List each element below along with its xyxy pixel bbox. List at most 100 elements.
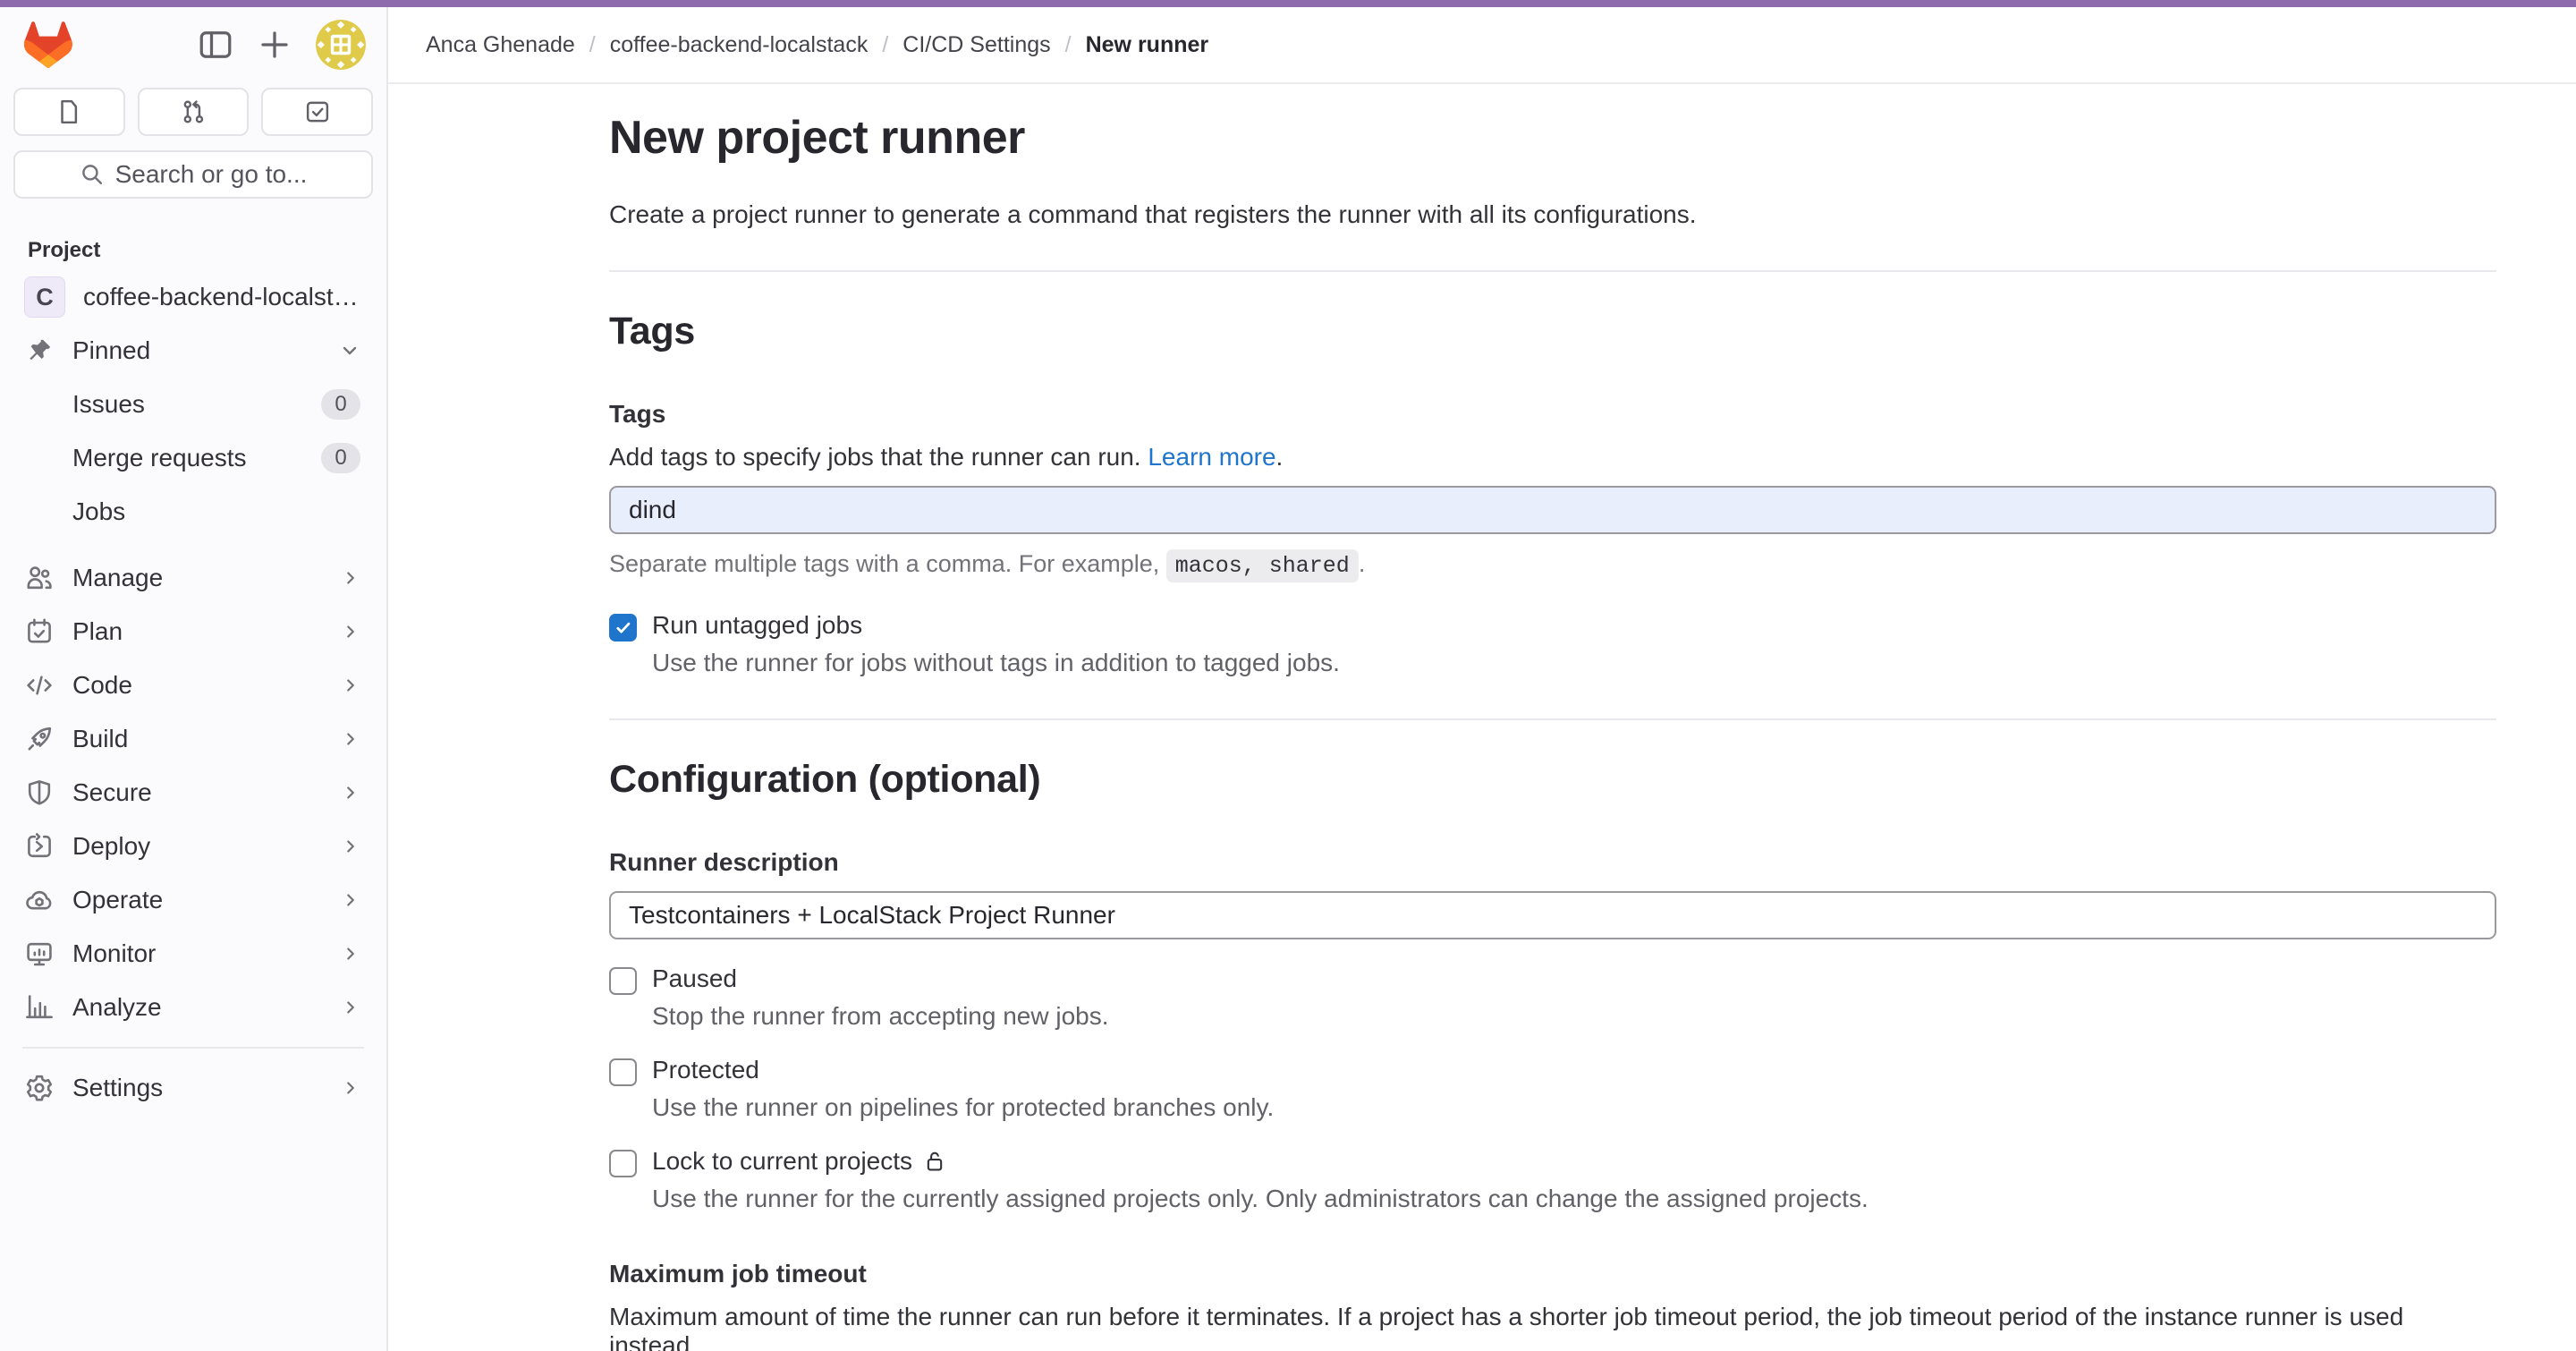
issues-count-badge: 0 — [321, 389, 360, 420]
chevron-right-icon — [341, 622, 360, 642]
chevron-right-icon — [341, 998, 360, 1017]
sidebar-item-operate[interactable]: Operate — [13, 873, 373, 927]
cloud-icon — [24, 886, 55, 914]
deploy-icon — [24, 832, 55, 861]
breadcrumb-current: New runner — [1086, 32, 1209, 58]
sidebar-item-jobs[interactable]: Jobs — [13, 485, 373, 539]
rocket-icon — [24, 725, 55, 753]
run-untagged-jobs-help: Use the runner for jobs without tags in … — [652, 649, 2496, 677]
top-accent-bar — [0, 0, 2576, 7]
paused-label: Paused — [652, 964, 737, 993]
sidebar-section-label: Project — [28, 238, 373, 263]
secure-label: Secure — [72, 778, 323, 807]
user-avatar[interactable] — [316, 20, 366, 70]
sidebar-item-analyze[interactable]: Analyze — [13, 981, 373, 1034]
sidebar-item-deploy[interactable]: Deploy — [13, 820, 373, 873]
chevron-right-icon — [341, 837, 360, 856]
runner-description-label: Runner description — [609, 848, 2496, 877]
chevron-right-icon — [341, 729, 360, 749]
tags-help-text: Separate multiple tags with a comma. For… — [609, 550, 2496, 579]
page-title: New project runner — [609, 111, 2496, 165]
chevron-right-icon — [341, 676, 360, 695]
protected-help: Use the runner on pipelines for protecte… — [652, 1093, 2496, 1122]
lock-to-projects-checkbox[interactable] — [609, 1150, 637, 1177]
plus-icon[interactable] — [257, 27, 292, 63]
merge-requests-count-badge: 0 — [321, 443, 360, 473]
jobs-label: Jobs — [72, 497, 360, 526]
monitor-label: Monitor — [72, 939, 323, 968]
page-subtitle: Create a project runner to generate a co… — [609, 200, 2496, 229]
sidebar-item-manage[interactable]: Manage — [13, 551, 373, 605]
plan-label: Plan — [72, 617, 323, 646]
monitor-icon — [24, 939, 55, 968]
project-name: coffee-backend-localstack — [83, 283, 360, 311]
search-icon — [80, 162, 105, 187]
shortcut-todo-button[interactable] — [261, 88, 373, 136]
shortcut-issues-button[interactable] — [13, 88, 125, 136]
shield-icon — [24, 778, 55, 807]
breadcrumb-user[interactable]: Anca Ghenade — [426, 32, 575, 58]
issues-document-icon — [55, 98, 82, 125]
paused-checkbox-row[interactable]: Paused — [609, 964, 2496, 995]
protected-label: Protected — [652, 1056, 759, 1084]
breadcrumb-project[interactable]: coffee-backend-localstack — [610, 32, 869, 58]
breadcrumb: Anca Ghenade / coffee-backend-localstack… — [388, 7, 2576, 84]
chart-icon — [24, 993, 55, 1022]
sidebar-item-build[interactable]: Build — [13, 712, 373, 766]
deploy-label: Deploy — [72, 832, 323, 861]
operate-label: Operate — [72, 886, 323, 914]
sidebar-item-merge-requests[interactable]: Merge requests 0 — [13, 431, 373, 485]
max-job-timeout-description: Maximum amount of time the runner can ru… — [609, 1303, 2496, 1351]
merge-request-icon — [180, 98, 207, 125]
paused-help: Stop the runner from accepting new jobs. — [652, 1002, 2496, 1031]
sidebar-item-pinned[interactable]: Pinned — [13, 324, 373, 378]
protected-checkbox[interactable] — [609, 1058, 637, 1086]
gitlab-logo-icon[interactable] — [24, 21, 72, 68]
section-divider — [609, 718, 2496, 720]
chevron-right-icon — [341, 890, 360, 910]
breadcrumb-cicd-settings[interactable]: CI/CD Settings — [902, 32, 1050, 58]
analyze-label: Analyze — [72, 993, 323, 1022]
protected-checkbox-row[interactable]: Protected — [609, 1056, 2496, 1086]
run-untagged-jobs-checkbox-row[interactable]: Run untagged jobs — [609, 611, 2496, 642]
paused-checkbox[interactable] — [609, 967, 637, 995]
sidebar-divider — [22, 1047, 364, 1049]
sidebar-item-settings[interactable]: Settings — [13, 1061, 373, 1115]
sidebar-item-secure[interactable]: Secure — [13, 766, 373, 820]
pinned-label: Pinned — [72, 336, 321, 365]
build-label: Build — [72, 725, 323, 753]
settings-label: Settings — [72, 1074, 323, 1102]
chevron-right-icon — [341, 568, 360, 588]
sidebar-item-code[interactable]: Code — [13, 659, 373, 712]
calendar-icon — [24, 617, 55, 646]
sidebar: Search or go to... Project C coffee-back… — [0, 7, 388, 1351]
section-divider — [609, 270, 2496, 272]
check-icon — [614, 618, 633, 638]
users-icon — [24, 564, 55, 592]
pin-icon — [24, 337, 55, 364]
tags-field-label: Tags — [609, 400, 2496, 429]
run-untagged-jobs-checkbox[interactable] — [609, 614, 637, 642]
tags-example-code: macos, shared — [1166, 549, 1359, 582]
runner-description-input[interactable] — [609, 891, 2496, 939]
todo-check-icon — [304, 98, 331, 125]
sidebar-toggle-icon[interactable] — [198, 27, 233, 63]
search-input[interactable]: Search or go to... — [13, 150, 373, 199]
sidebar-item-monitor[interactable]: Monitor — [13, 927, 373, 981]
shortcut-merge-requests-button[interactable] — [138, 88, 250, 136]
merge-requests-label: Merge requests — [72, 444, 303, 472]
search-placeholder: Search or go to... — [115, 160, 308, 189]
sidebar-item-plan[interactable]: Plan — [13, 605, 373, 659]
tags-section-heading: Tags — [609, 310, 2496, 353]
manage-label: Manage — [72, 564, 323, 592]
tags-input[interactable] — [609, 486, 2496, 534]
run-untagged-jobs-label: Run untagged jobs — [652, 611, 862, 640]
learn-more-link[interactable]: Learn more — [1148, 443, 1275, 471]
code-label: Code — [72, 671, 323, 700]
lock-to-projects-checkbox-row[interactable]: Lock to current projects — [609, 1147, 2496, 1177]
sidebar-item-issues[interactable]: Issues 0 — [13, 378, 373, 431]
sidebar-item-project[interactable]: C coffee-backend-localstack — [13, 270, 373, 324]
chevron-right-icon — [341, 944, 360, 964]
code-icon — [24, 671, 55, 700]
issues-label: Issues — [72, 390, 303, 419]
